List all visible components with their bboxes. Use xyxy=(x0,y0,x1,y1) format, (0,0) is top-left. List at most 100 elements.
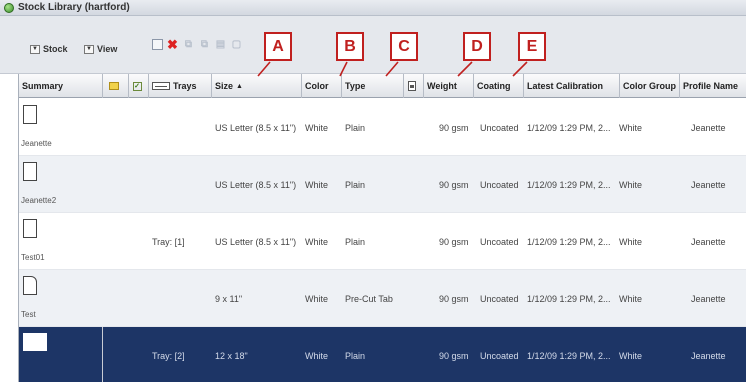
column-header-size[interactable]: Size ▲ xyxy=(212,74,302,98)
tray-cell xyxy=(152,99,212,156)
stock-table: Summary ✓ Trays Size ▲ Color Type Weight xyxy=(18,74,746,382)
table-row[interactable]: Test 9 x 11" White Pre-Cut Tab 90 gsm Un… xyxy=(19,270,746,327)
stock-name: Jeanette2 xyxy=(21,196,57,205)
table-header: Summary ✓ Trays Size ▲ Color Type Weight xyxy=(19,74,746,98)
type-cell: Plain xyxy=(345,122,366,133)
table-row[interactable]: Test01 Tray: [1] US Letter (8.5 x 11") W… xyxy=(19,213,746,270)
profile-cell: Jeanette xyxy=(691,122,726,133)
column-header-calibration-label: Latest Calibration xyxy=(527,81,604,91)
table-row[interactable]: Jeanette2 US Letter (8.5 x 11") White Pl… xyxy=(19,156,746,213)
size-cell: 9 x 11" xyxy=(215,293,243,304)
column-header-type[interactable]: Type xyxy=(342,74,404,98)
type-cell: Pre-Cut Tab xyxy=(345,293,393,304)
properties-icon[interactable]: ▤ xyxy=(214,38,227,51)
weight-cell: 90 gsm xyxy=(439,350,469,361)
tray-icon xyxy=(152,82,170,90)
sheet-icon xyxy=(23,105,37,124)
title-bar: Stock Library (hartford) xyxy=(0,0,746,16)
profile-cell: Jeanette xyxy=(691,293,726,304)
column-header-color[interactable]: Color xyxy=(302,74,342,98)
color-group-cell: White xyxy=(619,350,643,361)
column-header-coating-label: Coating xyxy=(477,81,511,91)
chevron-down-icon: ▼ xyxy=(30,44,40,54)
color-cell: White xyxy=(305,179,329,190)
calibration-cell: 1/12/09 1:29 PM, 2... xyxy=(527,236,611,247)
column-header-color-label: Color xyxy=(305,81,329,91)
toolbar-icons: ✖ ⧉ ⧉ ▤ ▢ xyxy=(152,37,243,52)
coating-cell: Uncoated xyxy=(480,122,519,133)
profile-cell: Jeanette xyxy=(691,236,726,247)
chevron-down-icon: ▼ xyxy=(84,44,94,54)
wide-sheet-icon xyxy=(23,333,47,351)
export-icon[interactable]: ▢ xyxy=(230,38,243,51)
column-header-weight[interactable]: Weight xyxy=(424,74,474,98)
window-title: Stock Library (hartford) xyxy=(18,2,130,13)
page-icon xyxy=(408,81,416,91)
weight-cell: 90 gsm xyxy=(439,293,469,304)
column-header-page[interactable] xyxy=(404,74,424,98)
size-cell: US Letter (8.5 x 11") xyxy=(215,122,297,133)
annotation-marker-e: E xyxy=(518,32,546,61)
checkbox-icon: ✓ xyxy=(132,81,142,91)
type-cell: Plain xyxy=(345,236,366,247)
column-header-profile[interactable]: Profile Name xyxy=(680,74,746,98)
color-cell: White xyxy=(305,293,329,304)
column-header-trays[interactable]: Trays xyxy=(149,74,212,98)
column-header-trays-label: Trays xyxy=(173,81,197,91)
column-header-check[interactable]: ✓ xyxy=(129,74,149,98)
color-group-cell: White xyxy=(619,122,643,133)
tray-cell xyxy=(152,270,212,327)
folder-icon xyxy=(109,82,119,90)
tray-cell: Tray: [1] xyxy=(152,236,185,247)
size-cell: US Letter (8.5 x 11") xyxy=(215,179,297,190)
column-header-calibration[interactable]: Latest Calibration xyxy=(524,74,620,98)
coating-cell: Uncoated xyxy=(480,179,519,190)
annotation-marker-b: B xyxy=(336,32,364,61)
profile-cell: Jeanette xyxy=(691,350,726,361)
column-header-folder[interactable] xyxy=(103,74,129,98)
stock-menu-button[interactable]: ▼ Stock xyxy=(30,42,68,56)
coating-cell: Uncoated xyxy=(480,236,519,247)
coating-cell: Uncoated xyxy=(480,293,519,304)
column-header-summary-label: Summary xyxy=(22,81,64,91)
calibration-cell: 1/12/09 1:29 PM, 2... xyxy=(527,350,611,361)
size-cell: US Letter (8.5 x 11") xyxy=(215,236,297,247)
tray-cell xyxy=(152,156,212,213)
delete-icon[interactable]: ✖ xyxy=(166,37,179,52)
app-icon xyxy=(4,2,14,13)
color-cell: White xyxy=(305,236,329,247)
annotation-marker-c: C xyxy=(390,32,418,61)
column-header-color-group[interactable]: Color Group xyxy=(620,74,680,98)
stock-name: Test01 xyxy=(21,253,45,262)
column-header-type-label: Type xyxy=(345,81,366,91)
calibration-cell: 1/12/09 1:29 PM, 2... xyxy=(527,293,611,304)
table-row[interactable]: Jeanette US Letter (8.5 x 11") White Pla… xyxy=(19,99,746,156)
summary-divider xyxy=(102,327,103,382)
color-group-cell: White xyxy=(619,293,643,304)
weight-cell: 90 gsm xyxy=(439,236,469,247)
stock-name: Test xyxy=(21,310,36,319)
column-header-color-group-label: Color Group xyxy=(623,81,676,91)
color-group-cell: White xyxy=(619,179,643,190)
calibration-cell: 1/12/09 1:29 PM, 2... xyxy=(527,122,611,133)
tray-cell: Tray: [2] xyxy=(152,350,185,361)
toolbar: ▼ Stock ▼ View ✖ ⧉ ⧉ ▤ ▢ xyxy=(0,16,746,74)
paste-icon[interactable]: ⧉ xyxy=(198,38,211,51)
sort-ascending-icon: ▲ xyxy=(236,82,243,90)
copy-icon[interactable]: ⧉ xyxy=(182,38,195,51)
annotation-marker-a: A xyxy=(264,32,292,61)
stock-menu-label: Stock xyxy=(43,44,68,54)
annotation-marker-d: D xyxy=(463,32,491,61)
type-cell: Plain xyxy=(345,179,366,190)
column-header-coating[interactable]: Coating xyxy=(474,74,524,98)
weight-cell: 90 gsm xyxy=(439,179,469,190)
tab-sheet-icon xyxy=(23,276,37,295)
view-menu-label: View xyxy=(97,44,118,54)
column-header-weight-label: Weight xyxy=(427,81,457,91)
table-row-selected[interactable]: Tray: [2] 12 x 18" White Plain 90 gsm Un… xyxy=(19,327,746,382)
new-stock-icon[interactable] xyxy=(152,39,163,50)
column-header-size-label: Size xyxy=(215,81,234,91)
color-cell: White xyxy=(305,350,329,361)
view-menu-button[interactable]: ▼ View xyxy=(84,42,117,56)
column-header-summary[interactable]: Summary xyxy=(19,74,103,98)
